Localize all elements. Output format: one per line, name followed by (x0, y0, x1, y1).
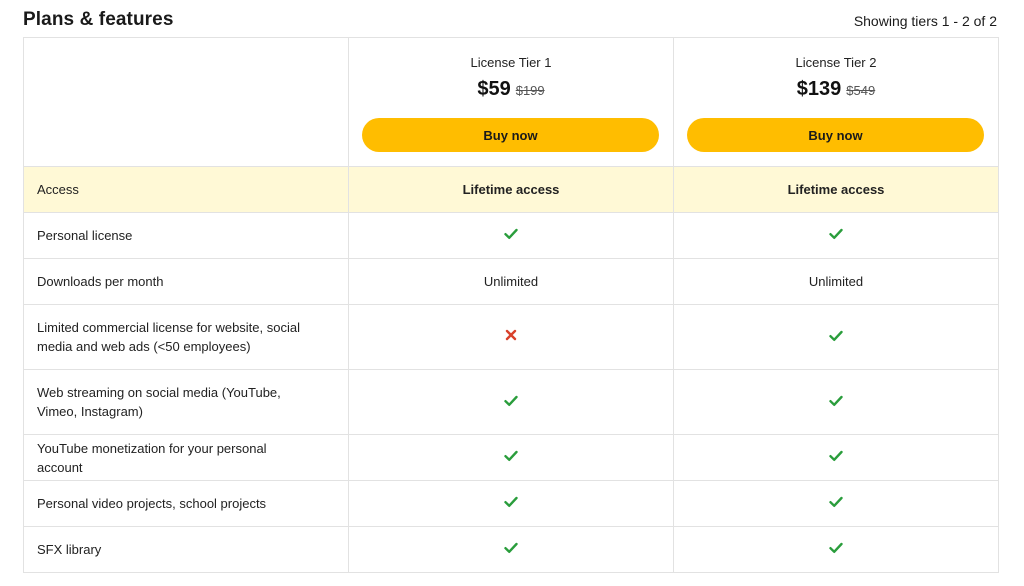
feature-value-cell (348, 304, 674, 370)
feature-row: Personal video projects, school projects (23, 480, 999, 527)
check-icon (504, 496, 518, 511)
feature-row: Web streaming on social media (YouTube, … (23, 369, 999, 435)
feature-label: SFX library (23, 526, 349, 573)
feature-row: SFX library (23, 526, 999, 573)
feature-value-cell (673, 526, 999, 573)
feature-value-cell (348, 434, 674, 481)
buy-now-button-tier-2[interactable]: Buy now (687, 118, 984, 152)
tier-1-header: License Tier 1 $59 $199 Buy now (348, 37, 674, 167)
check-icon (504, 450, 518, 465)
check-icon (829, 496, 843, 511)
check-icon (829, 228, 843, 243)
check-icon (504, 542, 518, 557)
check-icon (829, 395, 843, 410)
feature-value-cell (348, 369, 674, 435)
feature-value-cell (673, 304, 999, 370)
tier-2-header: License Tier 2 $139 $549 Buy now (673, 37, 999, 167)
tier-old-price: $199 (515, 83, 545, 98)
feature-label: Personal license (23, 212, 349, 259)
tier-price: $139 (796, 78, 842, 100)
feature-value-cell (673, 480, 999, 527)
price-line: $59 $199 (349, 78, 673, 101)
feature-row: Limited commercial license for website, … (23, 304, 999, 370)
empty-corner-cell (23, 37, 349, 167)
feature-row: Downloads per month Unlimited Unlimited (23, 258, 999, 305)
tier-header-row: License Tier 1 $59 $199 Buy now License T… (23, 37, 999, 167)
feature-label: Personal video projects, school projects (23, 480, 349, 527)
page-title: Plans & features (23, 9, 174, 30)
feature-label: Access (23, 166, 349, 213)
feature-label: Downloads per month (23, 258, 349, 305)
check-icon (829, 330, 843, 345)
check-icon (504, 395, 518, 410)
feature-label: Web streaming on social media (YouTube, … (23, 369, 349, 435)
feature-value: Lifetime access (673, 166, 999, 213)
tier-name: License Tier 2 (795, 55, 877, 70)
tier-name: License Tier 1 (470, 55, 552, 70)
cross-icon (505, 329, 517, 345)
feature-label: Limited commercial license for website, … (23, 304, 349, 370)
feature-value: Unlimited (348, 258, 674, 305)
feature-row-access: Access Lifetime access Lifetime access (23, 166, 999, 213)
feature-value-cell (348, 212, 674, 259)
feature-row: YouTube monetization for your personal a… (23, 434, 999, 481)
check-icon (829, 450, 843, 465)
feature-value-cell (673, 434, 999, 481)
feature-row: Personal license (23, 212, 999, 259)
plans-header: Plans & features Showing tiers 1 - 2 of … (0, 0, 1024, 38)
plans-table: License Tier 1 $59 $199 Buy now License T… (23, 37, 999, 573)
price-line: $139 $549 (674, 78, 998, 101)
check-icon (829, 542, 843, 557)
feature-value: Unlimited (673, 258, 999, 305)
feature-value-cell (673, 212, 999, 259)
feature-value-cell (348, 526, 674, 573)
tier-old-price: $549 (846, 83, 876, 98)
tier-count: Showing tiers 1 - 2 of 2 (853, 13, 997, 29)
tier-price: $59 (477, 78, 511, 100)
check-icon (504, 228, 518, 243)
feature-value-cell (673, 369, 999, 435)
feature-label: YouTube monetization for your personal a… (23, 434, 349, 481)
feature-value-cell (348, 480, 674, 527)
buy-now-button-tier-1[interactable]: Buy now (362, 118, 659, 152)
feature-value: Lifetime access (348, 166, 674, 213)
